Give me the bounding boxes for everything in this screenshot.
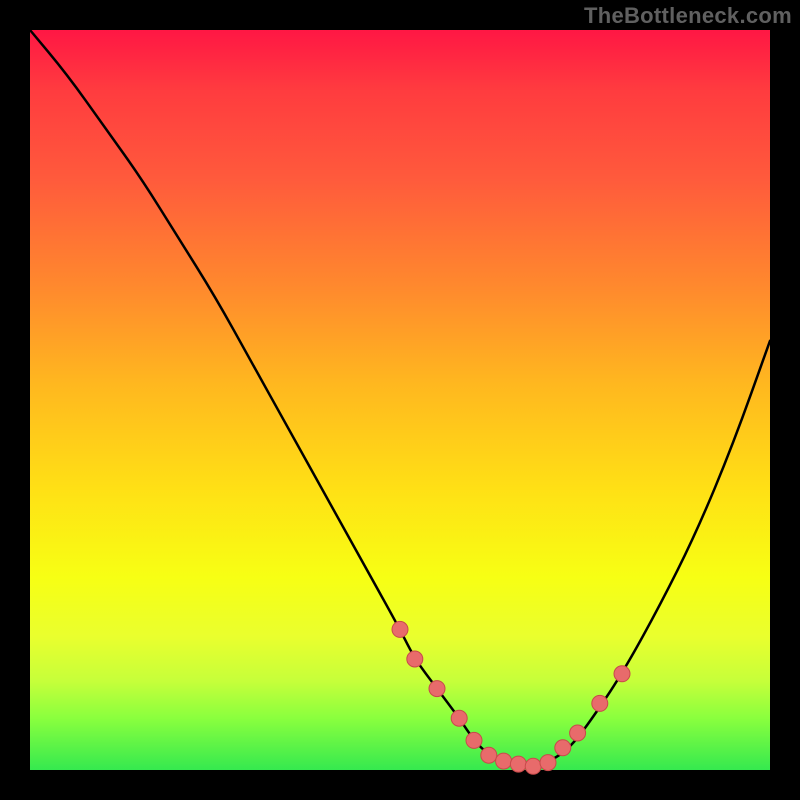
curve-svg <box>30 30 770 770</box>
marker-point <box>392 621 408 637</box>
marker-point <box>540 755 556 771</box>
marker-group <box>392 621 630 774</box>
marker-point <box>429 681 445 697</box>
marker-point <box>525 758 541 774</box>
marker-point <box>407 651 423 667</box>
marker-point <box>570 725 586 741</box>
marker-point <box>481 747 497 763</box>
marker-point <box>592 695 608 711</box>
chart-frame: TheBottleneck.com <box>0 0 800 800</box>
marker-point <box>510 756 526 772</box>
plot-area <box>30 30 770 770</box>
bottleneck-curve <box>30 30 770 765</box>
marker-point <box>466 732 482 748</box>
marker-point <box>614 666 630 682</box>
watermark-text: TheBottleneck.com <box>584 3 792 29</box>
marker-point <box>555 740 571 756</box>
marker-point <box>451 710 467 726</box>
marker-point <box>496 753 512 769</box>
